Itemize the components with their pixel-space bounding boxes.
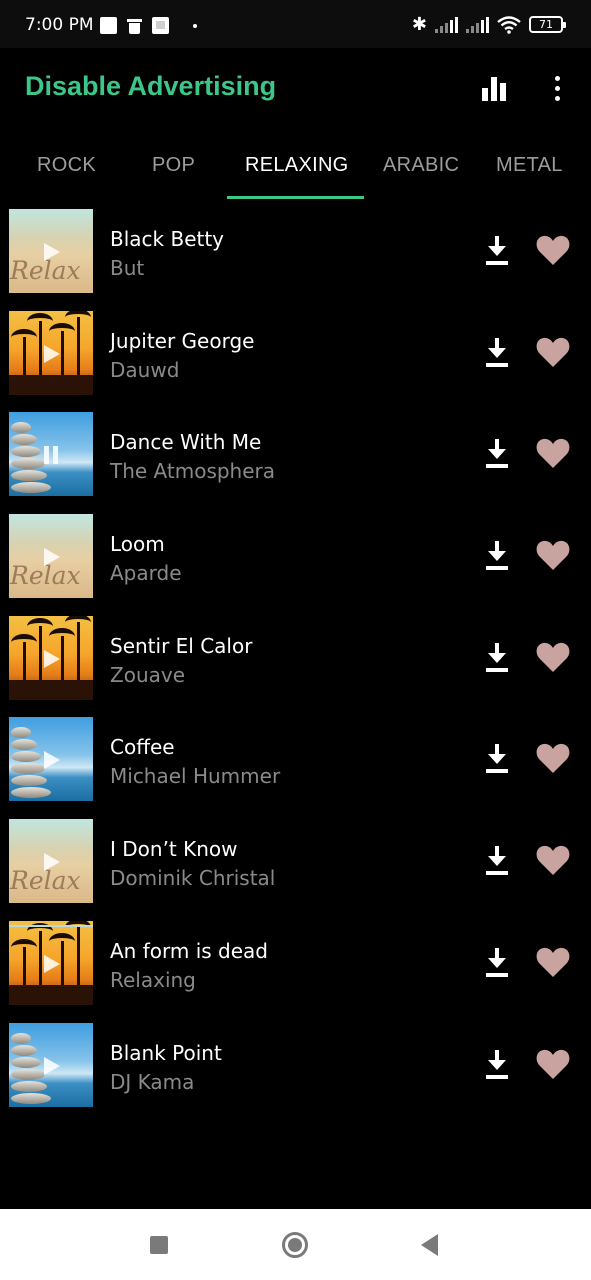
favorite-heart-icon[interactable]: [535, 640, 571, 674]
signal-icon: [435, 16, 458, 33]
song-artist: Relaxing: [110, 967, 196, 992]
song-artist: Dauwd: [110, 357, 180, 382]
download-icon[interactable]: [484, 541, 510, 571]
favorite-heart-icon[interactable]: [535, 945, 571, 979]
favorite-heart-icon[interactable]: [535, 843, 571, 877]
song-artist: Aparde: [110, 561, 182, 586]
play-icon[interactable]: [44, 954, 60, 973]
dot-icon: [193, 23, 197, 28]
album-art[interactable]: [9, 920, 93, 1005]
song-title: Black Betty: [110, 227, 225, 251]
list-item[interactable]: An form is dead Relaxing: [0, 912, 591, 1014]
play-icon[interactable]: [44, 1056, 60, 1075]
list-item[interactable]: Blank Point DJ Kama: [0, 1014, 591, 1116]
download-icon[interactable]: [484, 744, 510, 774]
list-item[interactable]: Jupiter George Dauwd: [0, 302, 591, 404]
song-artist: Michael Hummer: [110, 764, 281, 789]
play-icon[interactable]: [44, 243, 60, 261]
list-item-partial: [9, 925, 93, 927]
play-icon[interactable]: [44, 548, 60, 567]
battery-icon: 71: [529, 16, 566, 33]
recent-apps-icon[interactable]: [150, 1236, 168, 1254]
favorite-heart-icon[interactable]: [535, 335, 571, 369]
album-art[interactable]: [9, 310, 93, 395]
song-list: Relax Black Betty But Jupiter George Dauwd Da…: [0, 200, 591, 1115]
status-time: 7:00 PM: [25, 15, 94, 35]
tab-rock[interactable]: ROCK: [37, 154, 96, 177]
list-item[interactable]: Relax Black Betty But: [0, 200, 591, 302]
download-icon[interactable]: [484, 337, 510, 368]
image-icon: [152, 17, 169, 34]
album-art[interactable]: Relax: [9, 209, 93, 293]
favorite-heart-icon[interactable]: [535, 1047, 571, 1081]
favorite-heart-icon[interactable]: [535, 741, 571, 775]
song-artist: But: [110, 256, 145, 280]
song-title: Coffee: [110, 735, 175, 760]
tab-metal[interactable]: METAL: [496, 154, 563, 177]
more-vert-icon[interactable]: [547, 70, 567, 106]
song-artist: Zouave: [110, 662, 186, 687]
song-title: Loom: [110, 532, 165, 557]
favorite-heart-icon[interactable]: [535, 538, 571, 572]
pause-icon[interactable]: [44, 446, 60, 465]
wifi-icon: [497, 15, 521, 34]
signal-icon: [466, 16, 489, 33]
song-title: Blank Point: [110, 1040, 222, 1065]
song-artist: Dominik Christal: [110, 866, 276, 891]
app-bar: Disable Advertising: [0, 48, 591, 130]
song-artist: The Atmosphera: [110, 459, 276, 484]
album-art[interactable]: [9, 1022, 93, 1107]
back-icon[interactable]: [421, 1234, 438, 1256]
tab-arabic[interactable]: ARABIC: [383, 154, 459, 177]
tab-pop[interactable]: POP: [152, 154, 195, 177]
notification-icon: [100, 17, 117, 34]
favorite-heart-icon[interactable]: [535, 233, 571, 267]
equalizer-icon[interactable]: [478, 72, 510, 104]
trash-icon: [127, 17, 142, 34]
album-art[interactable]: Relax: [9, 514, 93, 599]
download-icon[interactable]: [484, 236, 510, 266]
list-item[interactable]: Relax Loom Aparde: [0, 505, 591, 607]
album-art[interactable]: [9, 615, 93, 700]
download-icon[interactable]: [484, 846, 510, 876]
genre-tabs: ROCK POP RELAXING ARABIC METAL: [0, 130, 591, 200]
song-artist: DJ Kama: [110, 1069, 195, 1094]
song-title: Sentir El Calor: [110, 633, 253, 658]
song-title: An form is dead: [110, 938, 268, 963]
tab-relaxing[interactable]: RELAXING: [245, 154, 349, 177]
list-item[interactable]: Coffee Michael Hummer: [0, 708, 591, 810]
album-art[interactable]: Relax: [9, 819, 93, 904]
active-tab-indicator: [227, 196, 364, 199]
list-item[interactable]: Relax I Don’t Know Dominik Christal: [0, 810, 591, 912]
status-notification-icons: [100, 17, 197, 34]
status-system-icons: ✱ 71: [411, 14, 566, 35]
app-title[interactable]: Disable Advertising: [25, 71, 276, 102]
album-art[interactable]: [9, 412, 93, 497]
song-title: Dance With Me: [110, 430, 262, 455]
list-item[interactable]: Sentir El Calor Zouave: [0, 607, 591, 709]
download-icon[interactable]: [484, 642, 510, 673]
download-icon[interactable]: [484, 947, 510, 978]
download-icon[interactable]: [484, 439, 510, 469]
status-bar: 7:00 PM ✱ 71: [0, 0, 591, 48]
song-title: I Don’t Know: [110, 837, 238, 862]
song-title: Jupiter George: [110, 328, 255, 353]
favorite-heart-icon[interactable]: [535, 436, 571, 470]
download-icon[interactable]: [484, 1049, 510, 1080]
play-icon[interactable]: [44, 751, 60, 770]
album-art[interactable]: [9, 717, 93, 802]
bluetooth-icon: ✱: [411, 14, 427, 35]
home-icon[interactable]: [282, 1232, 308, 1258]
play-icon[interactable]: [44, 853, 60, 872]
system-nav-bar: [0, 1209, 591, 1280]
play-icon[interactable]: [44, 344, 60, 363]
play-icon[interactable]: [44, 649, 60, 668]
list-item[interactable]: Dance With Me The Atmosphera: [0, 403, 591, 505]
